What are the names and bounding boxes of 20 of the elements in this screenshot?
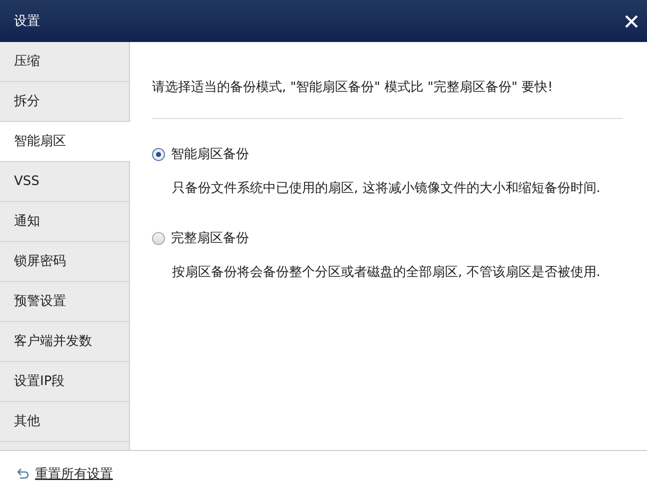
sidebar-item[interactable]: 其他 — [0, 402, 129, 442]
reset-settings-link[interactable]: 重置所有设置 — [35, 464, 113, 482]
option-label[interactable]: 完整扇区备份 — [171, 229, 249, 247]
window-title: 设置 — [14, 13, 40, 30]
sidebar-item[interactable]: 锁屏密码 — [0, 242, 129, 282]
sidebar-item[interactable]: 客户端并发数 — [0, 322, 129, 362]
sidebar-item[interactable]: VSS — [0, 162, 129, 202]
sidebar-item[interactable]: 设置IP段 — [0, 362, 129, 402]
sidebar-item[interactable]: 智能扇区 — [0, 122, 130, 162]
sidebar-item[interactable]: 压缩 — [0, 42, 129, 82]
intro-text: 请选择适当的备份模式, "智能扇区备份" 模式比 "完整扇区备份" 要快! — [152, 79, 554, 96]
undo-arrow-icon — [17, 468, 29, 479]
radio-button[interactable] — [152, 148, 165, 160]
sidebar-item[interactable]: 通知 — [0, 202, 129, 242]
option-description: 按扇区备份将会备份整个分区或者磁盘的全部扇区, 不管该扇区是否被使用. — [171, 264, 602, 281]
option-description: 只备份文件系统中已使用的扇区, 这将减小镜像文件的大小和缩短备份时间. — [171, 180, 602, 197]
sidebar-item[interactable]: 预警设置 — [0, 282, 129, 322]
option-label[interactable]: 智能扇区备份 — [171, 145, 249, 163]
close-icon[interactable] — [625, 14, 638, 28]
radio-button[interactable] — [152, 232, 165, 244]
